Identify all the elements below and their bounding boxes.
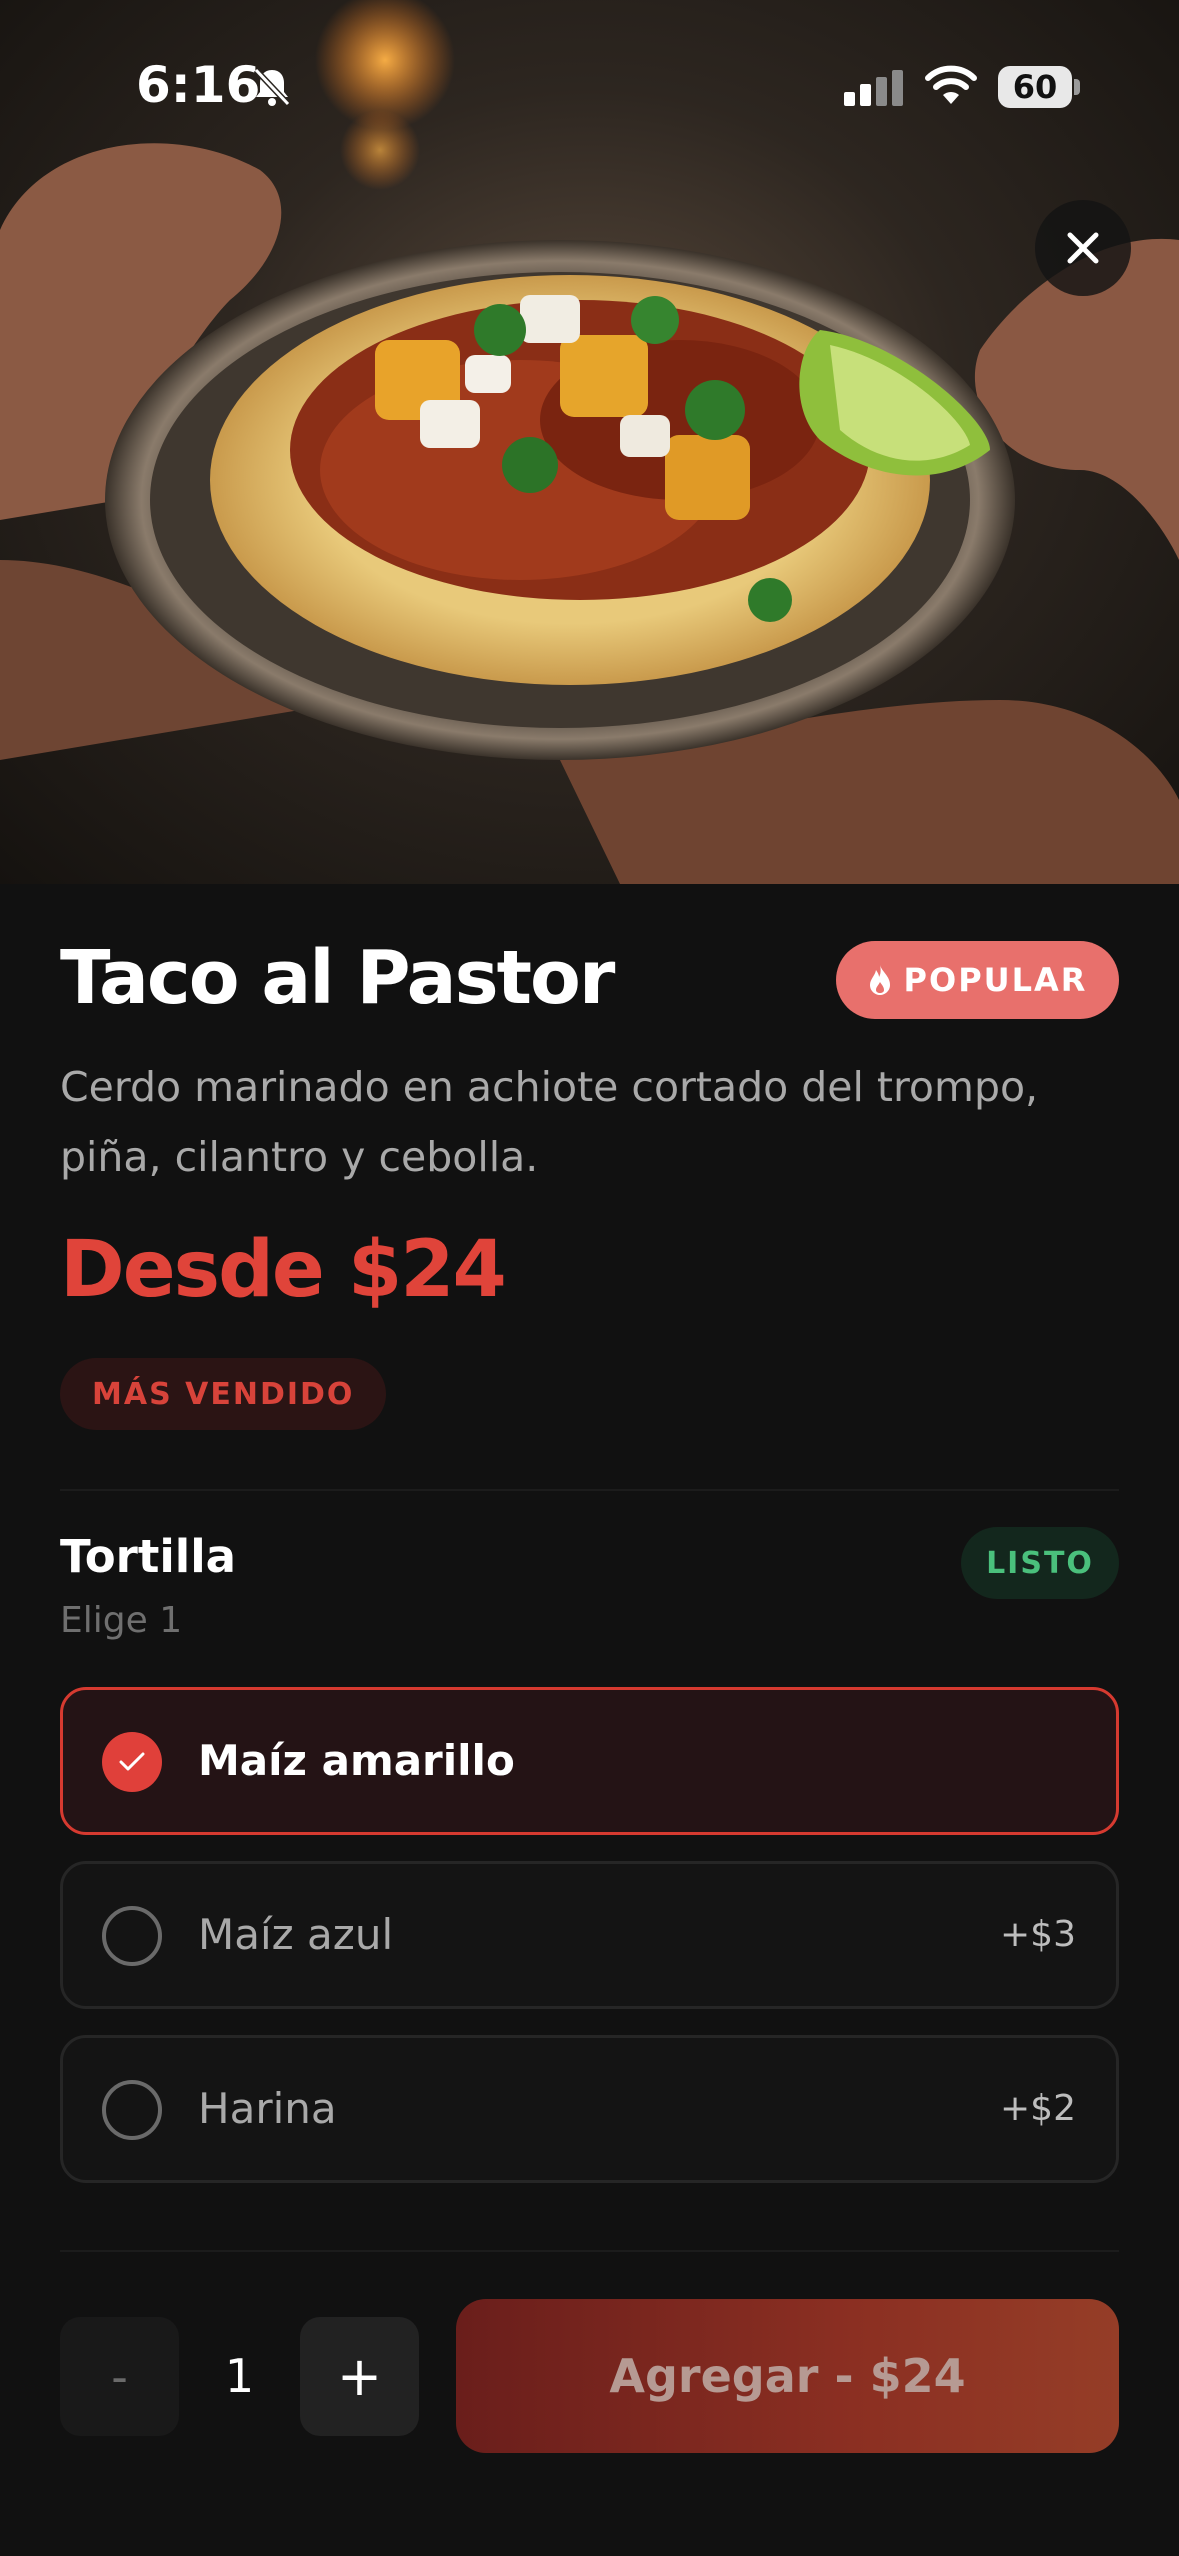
divider — [60, 2250, 1119, 2252]
plus-icon: + — [336, 2345, 383, 2408]
battery-icon: 60 — [998, 66, 1080, 108]
option-price: +$2 — [1000, 2088, 1076, 2129]
wifi-icon — [925, 65, 977, 104]
divider — [60, 1489, 1119, 1491]
signal-icon — [844, 70, 903, 106]
close-icon — [1067, 232, 1099, 264]
option-maiz-azul[interactable]: Maíz azul +$3 — [60, 1861, 1119, 2009]
product-title: Taco al Pastor — [60, 935, 615, 1021]
popular-badge: POPULAR — [836, 941, 1119, 1019]
status-time: 6:16 — [136, 56, 261, 114]
flame-icon — [869, 965, 890, 995]
section-title: Tortilla — [60, 1530, 236, 1583]
quantity-increase-button[interactable]: + — [300, 2317, 419, 2436]
option-harina[interactable]: Harina +$2 — [60, 2035, 1119, 2183]
radio-unchecked[interactable] — [102, 1906, 162, 1966]
product-price: Desde $24 — [60, 1225, 507, 1315]
minus-icon: - — [111, 2349, 128, 2404]
radio-checked[interactable] — [102, 1732, 162, 1792]
product-description: Cerdo marinado en achiote cortado del tr… — [60, 1063, 1039, 1181]
bestseller-badge: MÁS VENDIDO — [60, 1358, 387, 1430]
option-price: +$3 — [1000, 1914, 1076, 1955]
option-maiz-amarillo[interactable]: Maíz amarillo — [60, 1687, 1119, 1835]
quantity-decrease-button[interactable]: - — [60, 2317, 179, 2436]
ready-badge-label: LISTO — [986, 1545, 1094, 1581]
popular-badge-label: POPULAR — [903, 961, 1088, 999]
check-icon — [119, 1752, 145, 1771]
option-label: Maíz amarillo — [198, 1736, 515, 1785]
option-label: Harina — [198, 2084, 337, 2133]
bell-slash-icon — [253, 67, 291, 107]
bestseller-label: MÁS VENDIDO — [92, 1376, 355, 1412]
option-label: Maíz azul — [198, 1910, 394, 1959]
quantity-value: 1 — [224, 2349, 255, 2403]
close-button[interactable] — [1035, 200, 1131, 296]
status-bar: 6:16 60 — [0, 0, 1179, 170]
ready-badge: LISTO — [961, 1527, 1119, 1599]
radio-unchecked[interactable] — [102, 2080, 162, 2140]
battery-level: 60 — [1012, 68, 1058, 106]
section-subtitle: Elige 1 — [60, 1600, 183, 1641]
add-button-label: Agregar - $24 — [609, 2349, 966, 2403]
add-to-cart-button[interactable]: Agregar - $24 — [456, 2299, 1119, 2453]
